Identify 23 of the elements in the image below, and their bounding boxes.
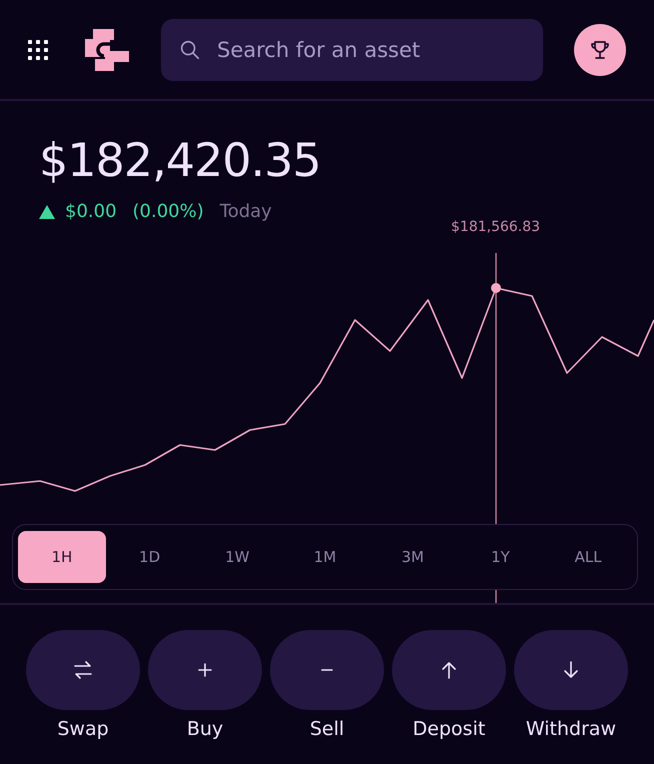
period-tab[interactable]: 1W bbox=[193, 531, 282, 583]
action-label: Swap bbox=[57, 718, 109, 740]
period-tab[interactable]: 3M bbox=[368, 531, 457, 583]
change-amount: $0.00 bbox=[65, 201, 117, 222]
grid-menu-icon[interactable] bbox=[27, 38, 49, 60]
search-field[interactable]: Search for an asset bbox=[161, 18, 543, 80]
period-tab[interactable]: ALL bbox=[544, 531, 632, 583]
action-label: Deposit bbox=[412, 718, 486, 740]
balance-amount: $182,420.35 bbox=[39, 132, 322, 189]
period-tab[interactable]: 1Y bbox=[456, 531, 544, 583]
period-label: Today bbox=[220, 201, 272, 222]
hover-value: $181,566.83 bbox=[451, 219, 540, 235]
period-tab[interactable]: 1D bbox=[106, 531, 194, 583]
search-icon bbox=[179, 38, 201, 60]
logo-icon[interactable] bbox=[85, 28, 129, 70]
period-tab[interactable]: 1M bbox=[281, 531, 369, 583]
minus-icon bbox=[321, 669, 333, 671]
action-label: Withdraw bbox=[526, 718, 616, 740]
action-label: Buy bbox=[186, 718, 224, 740]
action-label: Sell bbox=[310, 718, 344, 740]
trophy-button[interactable] bbox=[574, 24, 626, 76]
period-tab[interactable]: 1H bbox=[18, 531, 106, 583]
change-percent: (0.00%) bbox=[132, 201, 204, 222]
